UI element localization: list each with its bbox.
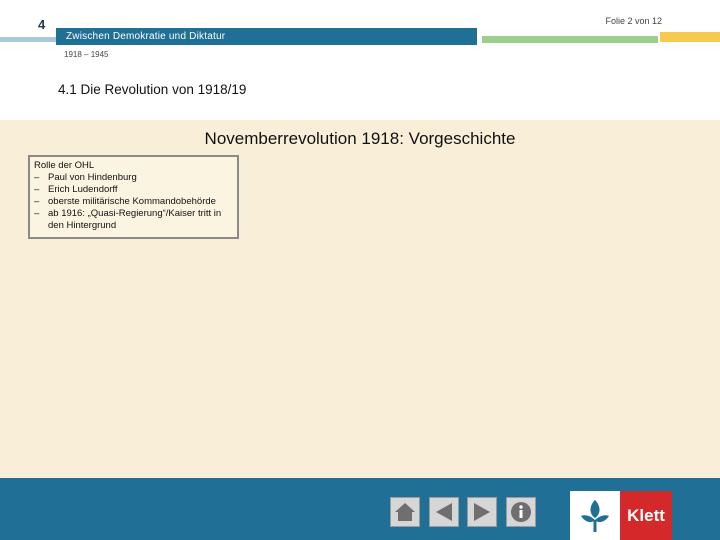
previous-button[interactable] bbox=[429, 497, 459, 527]
info-box-ohl: Rolle der OHL Paul von Hindenburg Erich … bbox=[28, 155, 239, 239]
info-box-title: Rolle der OHL bbox=[34, 160, 95, 171]
chapter-number: 4 bbox=[38, 17, 46, 32]
list-item: Paul von Hindenburg bbox=[34, 172, 233, 184]
info-button[interactable] bbox=[506, 497, 536, 527]
list-item: oberste militärische Kommandobehörde bbox=[34, 196, 233, 208]
slide-heading: Novemberrevolution 1918: Vorgeschichte bbox=[204, 129, 516, 148]
logo-text: Klett bbox=[620, 491, 672, 540]
next-button[interactable] bbox=[467, 497, 497, 527]
home-icon bbox=[395, 503, 415, 521]
home-button[interactable] bbox=[390, 497, 420, 527]
klett-logo: Klett bbox=[570, 491, 672, 540]
next-icon bbox=[474, 503, 490, 521]
list-item: ab 1916: „Quasi-Regierung“/Kaiser tritt … bbox=[34, 208, 233, 232]
info-icon bbox=[511, 502, 531, 522]
slide-counter: Folie 2 von 12 bbox=[605, 16, 662, 26]
chapter-bar-accent bbox=[0, 37, 56, 42]
yellow-accent-bar bbox=[660, 32, 720, 42]
info-box-list: Paul von Hindenburg Erich Ludendorff obe… bbox=[34, 172, 233, 232]
date-range: 1918 – 1945 bbox=[64, 50, 109, 59]
green-accent-bar bbox=[482, 36, 658, 43]
klett-logo-mark-icon bbox=[570, 491, 620, 540]
chapter-title: Zwischen Demokratie und Diktatur bbox=[66, 31, 226, 42]
list-item: Erich Ludendorff bbox=[34, 184, 233, 196]
section-title: 4.1 Die Revolution von 1918/19 bbox=[58, 82, 247, 97]
previous-icon bbox=[436, 503, 452, 521]
